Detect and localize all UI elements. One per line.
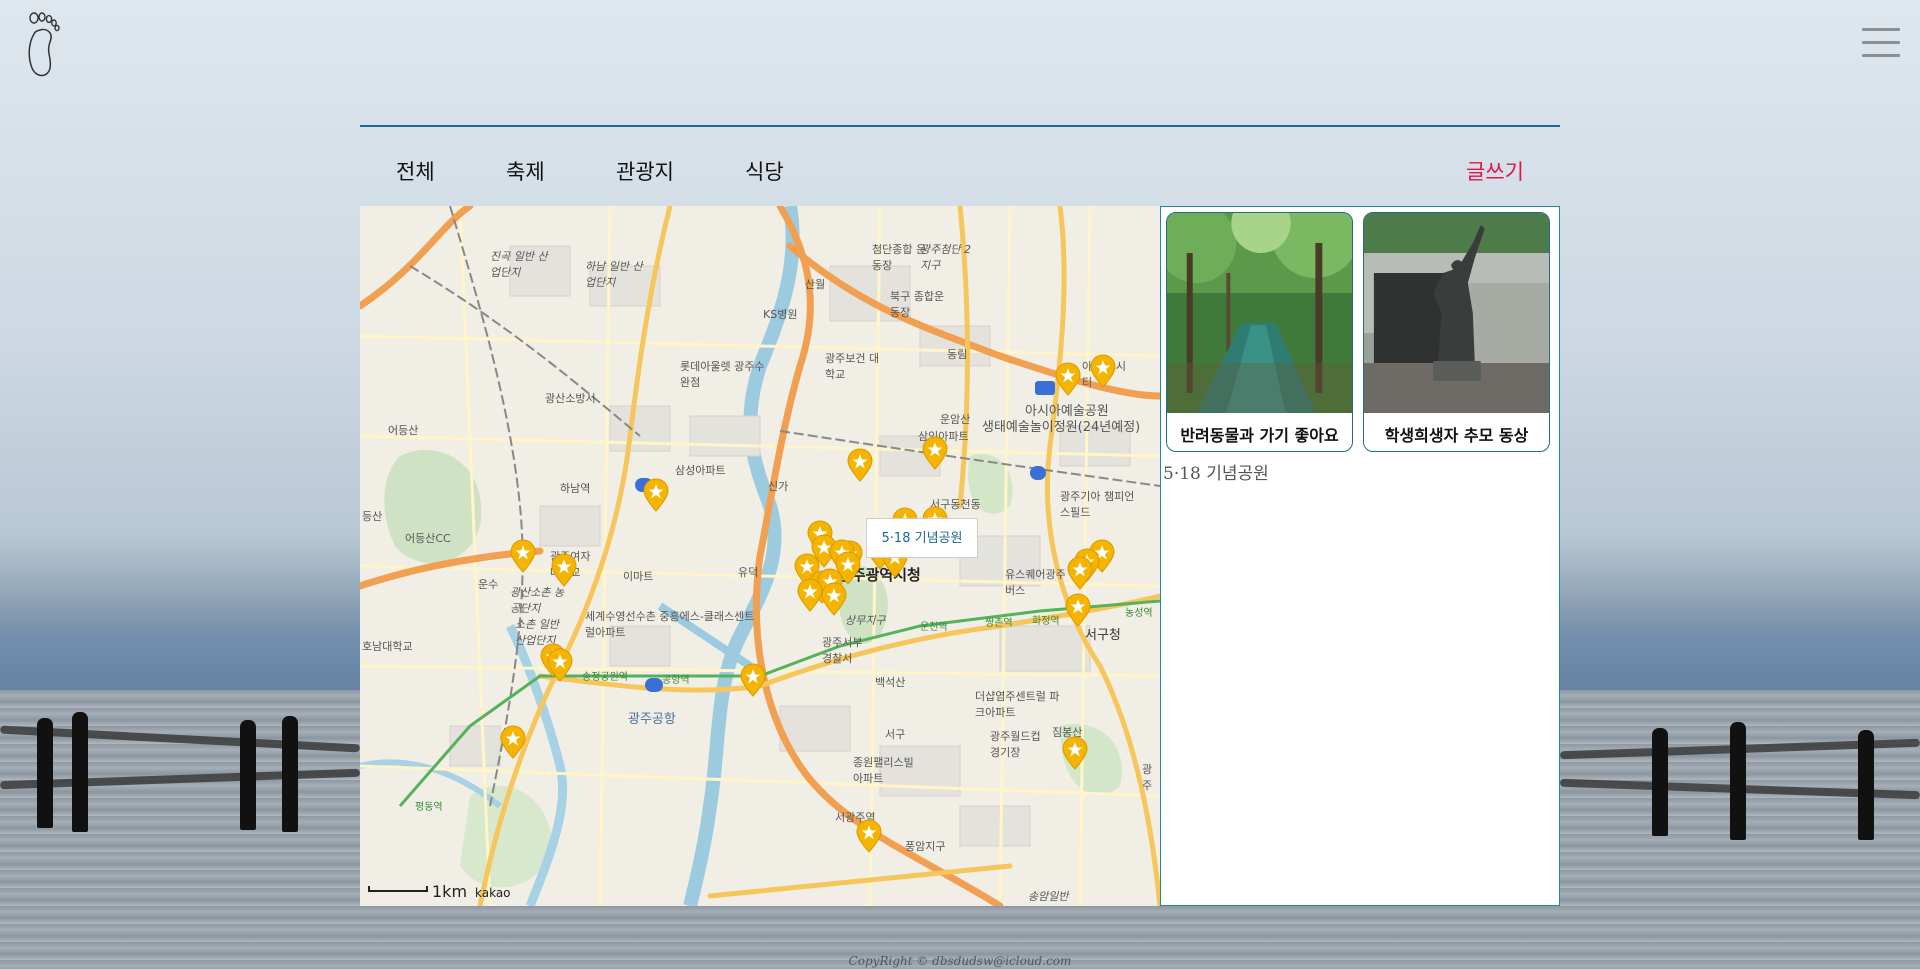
map-star-marker-icon[interactable] [1054,362,1082,396]
map-star-marker-icon[interactable] [1064,593,1092,627]
map-star-marker-icon[interactable] [1061,736,1089,770]
map-star-marker-icon[interactable] [499,725,527,759]
footprint-logo-icon[interactable] [20,10,64,78]
background-post [282,716,298,832]
marker-layer [360,206,1160,906]
map-star-marker-icon[interactable] [1066,556,1094,590]
header-divider [360,125,1560,127]
tab-restaurant[interactable]: 식당 [745,156,784,186]
memorial-statue-photo-icon [1364,213,1549,413]
place-card-caption: 학생희생자 추모 동상 [1384,426,1529,445]
place-side-panel: 반려동물과 가기 좋아요 학생희생자 추모 동상 5·18 기념공원 [1160,206,1560,906]
place-card-caption: 반려동물과 가기 좋아요 [1180,426,1339,445]
tab-all[interactable]: 전체 [396,156,435,186]
kakao-map[interactable]: 진곡 일반 산업단지 하남 일반 산업단지 첨단종합 운동장 광주첨단 2지구 … [360,206,1160,906]
map-provider-logo: kakao [475,886,511,900]
place-card[interactable]: 학생희생자 추모 동상 [1363,212,1550,452]
tab-tourist-spot[interactable]: 관광지 [616,156,674,186]
map-star-marker-icon[interactable] [642,478,670,512]
map-star-marker-icon[interactable] [820,582,848,616]
tab-festival[interactable]: 축제 [506,156,545,186]
map-star-marker-icon[interactable] [739,663,767,697]
background-post [240,720,256,830]
background-post [1858,730,1874,840]
background-post [1652,728,1668,836]
map-star-marker-icon[interactable] [921,436,949,470]
map-star-marker-icon[interactable] [509,539,537,573]
map-star-marker-icon[interactable] [546,648,574,682]
background-post [1730,722,1746,840]
forest-path-photo-icon [1167,213,1352,413]
map-star-marker-icon[interactable] [855,819,883,853]
selected-place-title: 5·18 기념공원 [1163,464,1269,484]
map-scale-bar [368,886,428,892]
hamburger-menu-icon[interactable] [1862,28,1900,60]
map-tooltip[interactable]: 5·18 기념공원 [866,518,978,558]
map-star-marker-icon[interactable] [550,553,578,587]
background-post [37,718,53,828]
map-scale-label: 1km [432,882,468,901]
category-nav: 전체 축제 관광지 식당 글쓰기 [360,150,1560,190]
map-star-marker-icon[interactable] [846,448,874,482]
place-card[interactable]: 반려동물과 가기 좋아요 [1166,212,1353,452]
write-post-button[interactable]: 글쓰기 [1466,156,1524,186]
footer-copyright: CopyRight © dbsdudsw@icloud.com [848,954,1072,968]
map-star-marker-icon[interactable] [1089,354,1117,388]
background-post [72,712,88,832]
